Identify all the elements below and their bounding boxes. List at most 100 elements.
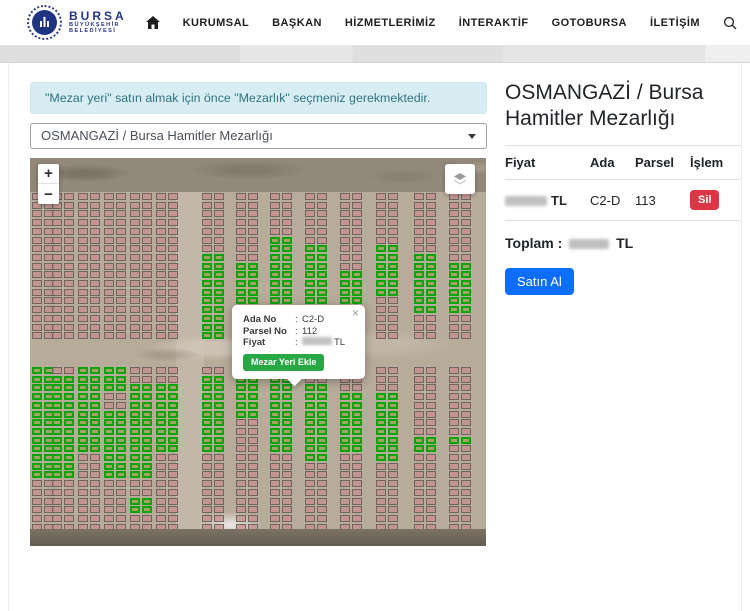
cemetery-plot-taken[interactable] <box>130 210 140 217</box>
cemetery-plot-available[interactable] <box>414 437 424 444</box>
cemetery-plot-available[interactable] <box>282 280 292 287</box>
cemetery-plot-available[interactable] <box>52 463 62 470</box>
cemetery-plot-available[interactable] <box>317 289 327 296</box>
cemetery-plot-taken[interactable] <box>52 489 62 496</box>
cemetery-plot-available[interactable] <box>202 289 212 296</box>
cemetery-plot-taken[interactable] <box>168 324 178 331</box>
cemetery-plot-taken[interactable] <box>449 515 459 522</box>
cemetery-plot-taken[interactable] <box>116 263 126 270</box>
cemetery-plot-available[interactable] <box>270 428 280 435</box>
cemetery-plot-available[interactable] <box>168 411 178 418</box>
cemetery-plot-available[interactable] <box>305 393 315 400</box>
cemetery-plot-taken[interactable] <box>78 498 88 505</box>
cemetery-plot-taken[interactable] <box>388 332 398 339</box>
add-grave-site-button[interactable]: Mezar Yeri Ekle <box>243 354 324 371</box>
cemetery-plot-taken[interactable] <box>64 297 74 304</box>
cemetery-plot-available[interactable] <box>449 297 459 304</box>
cemetery-plot-taken[interactable] <box>426 489 436 496</box>
cemetery-plot-taken[interactable] <box>236 498 246 505</box>
cemetery-plot-taken[interactable] <box>130 280 140 287</box>
cemetery-plot-taken[interactable] <box>168 489 178 496</box>
cemetery-plot-taken[interactable] <box>317 480 327 487</box>
cemetery-plot-available[interactable] <box>116 454 126 461</box>
cemetery-plot-taken[interactable] <box>388 489 398 496</box>
cemetery-plot-available[interactable] <box>116 367 126 374</box>
cemetery-plot-available[interactable] <box>270 297 280 304</box>
cemetery-plot-taken[interactable] <box>376 506 386 513</box>
cemetery-plot-available[interactable] <box>352 419 362 426</box>
cemetery-plot-taken[interactable] <box>248 437 258 444</box>
cemetery-plot-available[interactable] <box>352 393 362 400</box>
cemetery-plot-available[interactable] <box>270 402 280 409</box>
cemetery-plot-taken[interactable] <box>32 237 42 244</box>
cemetery-plot-taken[interactable] <box>414 515 424 522</box>
cemetery-plot-taken[interactable] <box>168 228 178 235</box>
cemetery-plot-taken[interactable] <box>426 324 436 331</box>
cemetery-plot-available[interactable] <box>64 471 74 478</box>
cemetery-plot-available[interactable] <box>32 376 42 383</box>
cemetery-plot-taken[interactable] <box>305 237 315 244</box>
cemetery-plot-available[interactable] <box>214 445 224 452</box>
cemetery-plot-taken[interactable] <box>449 376 459 383</box>
cemetery-plot-available[interactable] <box>449 263 459 270</box>
cemetery-plot-taken[interactable] <box>426 454 436 461</box>
cemetery-plot-available[interactable] <box>317 428 327 435</box>
cemetery-plot-available[interactable] <box>104 437 114 444</box>
cemetery-plot-taken[interactable] <box>64 306 74 313</box>
cemetery-plot-taken[interactable] <box>32 254 42 261</box>
cemetery-plot-taken[interactable] <box>236 419 246 426</box>
cemetery-plot-taken[interactable] <box>414 428 424 435</box>
cemetery-plot-taken[interactable] <box>352 498 362 505</box>
cemetery-plot-taken[interactable] <box>461 393 471 400</box>
cemetery-plot-taken[interactable] <box>426 202 436 209</box>
cemetery-plot-taken[interactable] <box>376 219 386 226</box>
cemetery-plot-taken[interactable] <box>32 324 42 331</box>
cemetery-plot-taken[interactable] <box>449 445 459 452</box>
cemetery-plot-taken[interactable] <box>236 480 246 487</box>
cemetery-plot-taken[interactable] <box>202 193 212 200</box>
cemetery-plot-taken[interactable] <box>426 367 436 374</box>
cemetery-plot-taken[interactable] <box>90 263 100 270</box>
cemetery-plot-taken[interactable] <box>461 471 471 478</box>
zoom-out-button[interactable]: − <box>38 184 59 204</box>
cemetery-plot-available[interactable] <box>214 428 224 435</box>
cemetery-plot-available[interactable] <box>78 411 88 418</box>
cemetery-plot-taken[interactable] <box>449 402 459 409</box>
cemetery-plot-taken[interactable] <box>64 315 74 322</box>
cemetery-plot-taken[interactable] <box>414 454 424 461</box>
cemetery-plot-available[interactable] <box>202 315 212 322</box>
cemetery-plot-taken[interactable] <box>461 411 471 418</box>
cemetery-plot-taken[interactable] <box>104 297 114 304</box>
cemetery-plot-taken[interactable] <box>352 263 362 270</box>
cemetery-plot-available[interactable] <box>32 402 42 409</box>
cemetery-plot-taken[interactable] <box>52 280 62 287</box>
cemetery-plot-available[interactable] <box>340 393 350 400</box>
cemetery-plot-taken[interactable] <box>214 367 224 374</box>
cemetery-plot-taken[interactable] <box>156 245 166 252</box>
cemetery-plot-taken[interactable] <box>142 489 152 496</box>
cemetery-plot-taken[interactable] <box>32 515 42 522</box>
cemetery-plot-available[interactable] <box>305 428 315 435</box>
cemetery-plot-available[interactable] <box>248 263 258 270</box>
cemetery-plot-taken[interactable] <box>104 254 114 261</box>
cemetery-plot-taken[interactable] <box>376 202 386 209</box>
cemetery-plot-taken[interactable] <box>376 515 386 522</box>
cemetery-plot-taken[interactable] <box>116 324 126 331</box>
cemetery-plot-available[interactable] <box>461 280 471 287</box>
cemetery-plot-taken[interactable] <box>414 393 424 400</box>
cemetery-plot-taken[interactable] <box>214 219 224 226</box>
cemetery-plot-taken[interactable] <box>376 193 386 200</box>
cemetery-plot-available[interactable] <box>52 411 62 418</box>
cemetery-plot-taken[interactable] <box>142 245 152 252</box>
cemetery-plot-available[interactable] <box>270 237 280 244</box>
cemetery-plot-available[interactable] <box>352 445 362 452</box>
cemetery-plot-taken[interactable] <box>305 202 315 209</box>
cemetery-plot-taken[interactable] <box>104 315 114 322</box>
cemetery-plot-available[interactable] <box>414 280 424 287</box>
cemetery-plot-available[interactable] <box>78 437 88 444</box>
cemetery-plot-available[interactable] <box>317 454 327 461</box>
cemetery-plot-available[interactable] <box>449 437 459 444</box>
cemetery-plot-taken[interactable] <box>270 515 280 522</box>
cemetery-plot-taken[interactable] <box>130 193 140 200</box>
cemetery-plot-taken[interactable] <box>414 506 424 513</box>
